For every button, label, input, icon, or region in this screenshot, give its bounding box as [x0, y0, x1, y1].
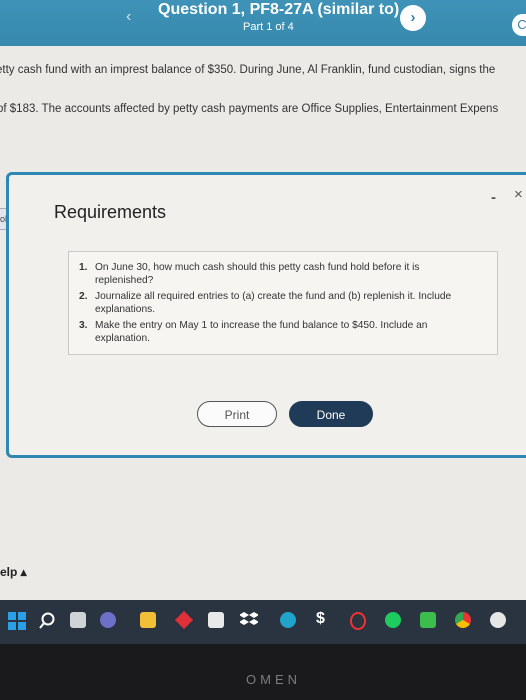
minimize-icon[interactable]: - [491, 189, 496, 206]
windows-start-icon[interactable] [8, 612, 26, 630]
part-indicator: Part 1 of 4 [243, 21, 294, 33]
windows-taskbar: $ [0, 600, 526, 644]
dollar-app-icon[interactable]: $ [316, 610, 325, 628]
chevron-left-icon[interactable]: C [512, 14, 526, 36]
next-question-button[interactable]: › [400, 5, 426, 31]
opera-icon[interactable] [350, 612, 366, 630]
requirements-box: 1. On June 30, how much cash should this… [68, 251, 498, 355]
requirement-number: 2. [79, 291, 88, 302]
file-explorer-icon[interactable] [140, 612, 156, 628]
question-header-bar: ‹ Question 1, PF8-27A (similar to) Part … [0, 0, 526, 46]
requirement-number: 1. [79, 262, 88, 273]
requirement-item: 3. Make the entry on May 1 to increase t… [79, 320, 479, 345]
question-text-line-2: of $183. The accounts affected by petty … [0, 103, 499, 115]
chrome-icon[interactable] [455, 612, 471, 628]
requirement-text: On June 30, how much cash should this pe… [95, 262, 420, 286]
spotify-icon[interactable] [385, 612, 401, 628]
taskview-icon[interactable] [70, 612, 86, 628]
store-icon[interactable] [208, 612, 224, 628]
requirement-number: 3. [79, 320, 88, 331]
bezel-brand-logo: OMEN [246, 672, 301, 687]
requirements-list: 1. On June 30, how much cash should this… [79, 262, 479, 349]
requirements-dialog: Requirements - × 1. On June 30, how much… [6, 172, 526, 458]
red-diamond-app-icon[interactable] [175, 611, 193, 629]
dropbox-icon[interactable] [240, 612, 258, 628]
previous-question-icon[interactable]: ‹ [126, 8, 131, 26]
screen: ‹ Question 1, PF8-27A (similar to) Part … [0, 0, 526, 600]
requirement-item: 1. On June 30, how much cash should this… [79, 262, 479, 287]
requirement-item: 2. Journalize all required entries to (a… [79, 291, 479, 316]
green-app-icon[interactable] [420, 612, 436, 628]
help-menu[interactable]: elp ▴ [0, 565, 27, 579]
dialog-title: Requirements [54, 202, 167, 222]
print-button[interactable]: Print [197, 401, 277, 427]
requirement-text: Make the entry on May 1 to increase the … [95, 320, 428, 344]
requirement-text: Journalize all required entries to (a) c… [95, 291, 452, 315]
search-icon[interactable] [38, 612, 56, 630]
photos-icon[interactable] [490, 612, 506, 628]
teams-icon[interactable] [100, 612, 116, 628]
question-title: Question 1, PF8-27A (similar to) [158, 1, 400, 18]
done-button[interactable]: Done [289, 401, 373, 427]
question-text-line-1: etty cash fund with an imprest balance o… [0, 64, 496, 76]
close-icon[interactable]: × [514, 186, 523, 203]
edge-icon[interactable] [280, 612, 296, 628]
